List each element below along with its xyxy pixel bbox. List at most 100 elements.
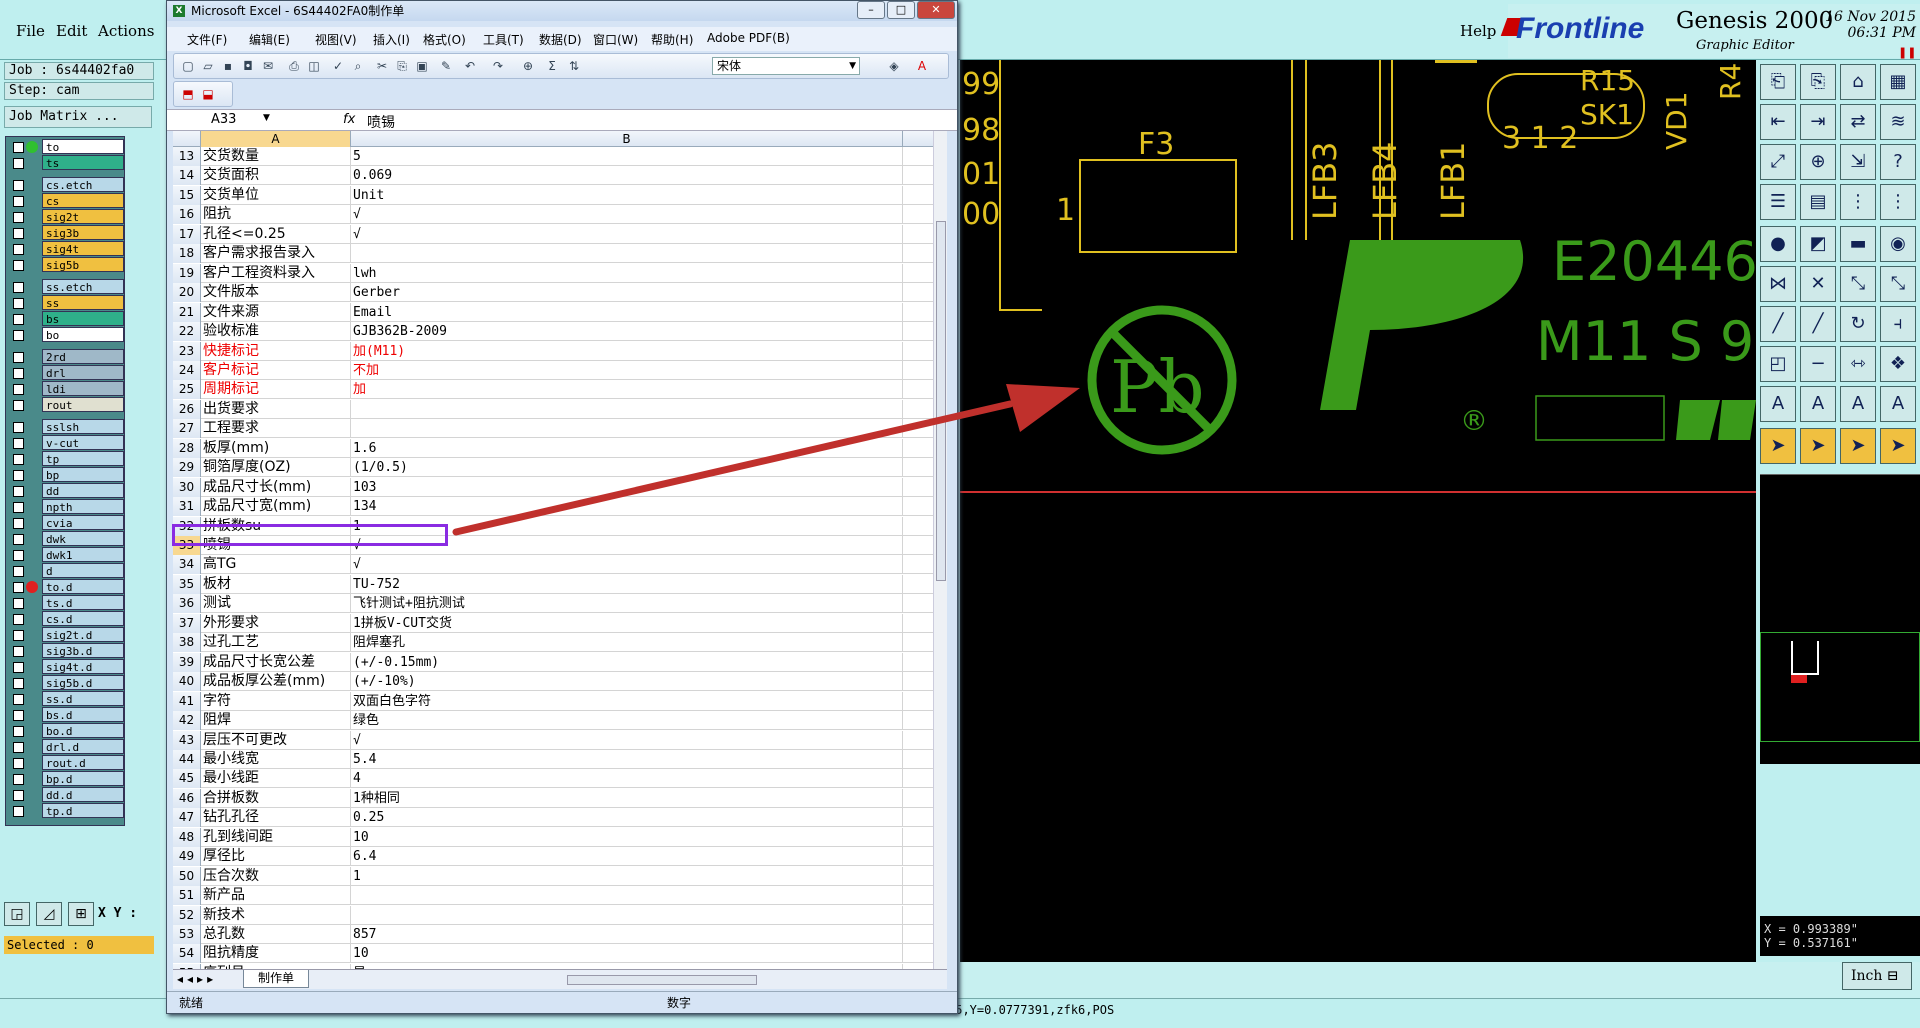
layer-name[interactable]: bp.d	[42, 771, 124, 786]
cross-icon[interactable]: ✕	[1800, 266, 1836, 302]
layer-name[interactable]: dd.d	[42, 787, 124, 802]
layer-name[interactable]: bs	[42, 311, 124, 326]
cut-icon[interactable]: ✂	[374, 59, 390, 73]
row-number[interactable]: 39	[173, 652, 201, 672]
layer-row[interactable]: ss.etch	[6, 279, 126, 295]
row-number[interactable]: 37	[173, 613, 201, 633]
row-number[interactable]: 52	[173, 905, 201, 925]
route2-icon[interactable]: ⤡	[1880, 266, 1916, 302]
menu-file[interactable]: File	[16, 22, 45, 40]
cell-a[interactable]: 验收标准	[201, 322, 351, 342]
layer-checkbox[interactable]	[13, 244, 24, 255]
layer-checkbox[interactable]	[13, 470, 24, 481]
cell-b[interactable]: Unit	[351, 185, 903, 205]
cell-a[interactable]: 孔径<=0.25	[201, 224, 351, 244]
cell-b[interactable]: 1拼板V-CUT交货	[351, 613, 903, 633]
layer-name[interactable]: ts	[42, 155, 124, 170]
excel-menu-data[interactable]: 数据(D)	[539, 31, 582, 48]
excel-menu-format[interactable]: 格式(O)	[423, 31, 466, 48]
cell-a[interactable]: 成品板厚公差(mm)	[201, 672, 351, 692]
layer-checkbox[interactable]	[13, 726, 24, 737]
layer-name[interactable]: rout.d	[42, 755, 124, 770]
row-number[interactable]: 13	[173, 147, 201, 166]
cell-a[interactable]: 最小线距	[201, 769, 351, 789]
cell-a[interactable]: 成品尺寸长(mm)	[201, 477, 351, 497]
layer-row[interactable]: ldi	[6, 381, 126, 397]
cell-a[interactable]: 出货要求	[201, 399, 351, 419]
cell-b[interactable]: (+/-0.15mm)	[351, 652, 903, 672]
layer-checkbox[interactable]	[13, 454, 24, 465]
row-number[interactable]: 48	[173, 827, 201, 847]
row-number[interactable]: 49	[173, 847, 201, 867]
row-number[interactable]: 26	[173, 399, 201, 419]
layer-checkbox[interactable]	[13, 400, 24, 411]
layer-row[interactable]: v-cut	[6, 435, 126, 451]
horizontal-scroll-thumb[interactable]	[567, 975, 757, 985]
permission-icon[interactable]: ◘	[240, 59, 256, 73]
layer-name[interactable]: bs.d	[42, 707, 124, 722]
cell-b[interactable]	[351, 886, 903, 906]
layer-row[interactable]: ss.d	[6, 691, 126, 707]
layer-row[interactable]: bo	[6, 327, 126, 343]
layer-row[interactable]: ts.d	[6, 595, 126, 611]
open-file-icon[interactable]: ▱	[200, 59, 216, 73]
layer-name[interactable]: v-cut	[42, 435, 124, 450]
layer-checkbox[interactable]	[13, 196, 24, 207]
display-icon[interactable]: ▤	[1800, 184, 1836, 220]
cell-a[interactable]: 阻抗精度	[201, 944, 351, 964]
cell-a[interactable]: 高TG	[201, 555, 351, 575]
fx-icon[interactable]: fx	[343, 112, 355, 127]
cell-b[interactable]: 飞针测试+阻抗测试	[351, 594, 903, 614]
pan-right-icon[interactable]: ⇥	[1800, 104, 1836, 140]
layer-row[interactable]: sig5b.d	[6, 675, 126, 691]
formula-input[interactable]: 喷锡	[367, 112, 395, 132]
measure-icon[interactable]: ◿	[36, 902, 62, 926]
draw-line-icon[interactable]: ╱	[1760, 306, 1796, 342]
layer-name[interactable]: sig2t	[42, 209, 124, 224]
cell-b[interactable]: 6.4	[351, 847, 903, 867]
layer-checkbox[interactable]	[13, 710, 24, 721]
cell-a[interactable]: 最小线宽	[201, 749, 351, 769]
layer-name[interactable]: cs.d	[42, 611, 124, 626]
layer-icon[interactable]: ☰	[1760, 184, 1796, 220]
sort-icon[interactable]: ⇅	[566, 59, 582, 73]
layer-name[interactable]: to.d	[42, 579, 124, 594]
layer-checkbox[interactable]	[13, 566, 24, 577]
row-number[interactable]: 16	[173, 205, 201, 225]
cell-a[interactable]: 成品尺寸宽(mm)	[201, 497, 351, 517]
excel-titlebar[interactable]: X Microsoft Excel - 6S44402FA0制作单 – □ ✕	[167, 1, 957, 21]
select2-icon[interactable]: ➤	[1800, 428, 1836, 464]
layer-row[interactable]: dwk1	[6, 547, 126, 563]
row-number[interactable]: 40	[173, 672, 201, 692]
layer-name[interactable]: ss.d	[42, 691, 124, 706]
snap-icon[interactable]: ◲	[4, 902, 30, 926]
column-header-a[interactable]: A	[201, 131, 351, 147]
layer-name[interactable]: drl.d	[42, 739, 124, 754]
redo-icon[interactable]: ↷	[490, 59, 506, 73]
layer-row[interactable]: d	[6, 563, 126, 579]
cell-a[interactable]: 层压不可更改	[201, 730, 351, 750]
cell-b[interactable]: 5	[351, 147, 903, 166]
cell-a[interactable]: 合拼板数	[201, 788, 351, 808]
step-icon[interactable]: ≋	[1880, 104, 1916, 140]
layer-name[interactable]: sslsh	[42, 419, 124, 434]
row-number[interactable]: 28	[173, 438, 201, 458]
cell-a[interactable]: 客户工程资料录入	[201, 263, 351, 283]
layer-row[interactable]: to.d	[6, 579, 126, 595]
excel-menu-tools[interactable]: 工具(T)	[483, 31, 524, 48]
layer-name[interactable]: ts.d	[42, 595, 124, 610]
polyline-icon[interactable]: ⫞	[1880, 306, 1916, 342]
layer-name[interactable]: sig3b.d	[42, 643, 124, 658]
cell-b[interactable]: √	[351, 205, 903, 225]
cell-b[interactable]: 10	[351, 944, 903, 964]
layer-row[interactable]: bs.d	[6, 707, 126, 723]
layer-name[interactable]: drl	[42, 365, 124, 380]
layer-checkbox[interactable]	[13, 438, 24, 449]
cell-b[interactable]: √	[351, 224, 903, 244]
minus-icon[interactable]: −	[1800, 346, 1836, 382]
worksheet-grid[interactable]: A B 13 交货数量 5 14 交货面积 0.069 15 交货单位 Unit 16 阻抗 √ 17 孔…	[173, 131, 947, 969]
text3-icon[interactable]: A	[1840, 386, 1876, 422]
layer-checkbox[interactable]	[13, 662, 24, 673]
row-number[interactable]: 30	[173, 477, 201, 497]
row-number[interactable]: 27	[173, 419, 201, 439]
